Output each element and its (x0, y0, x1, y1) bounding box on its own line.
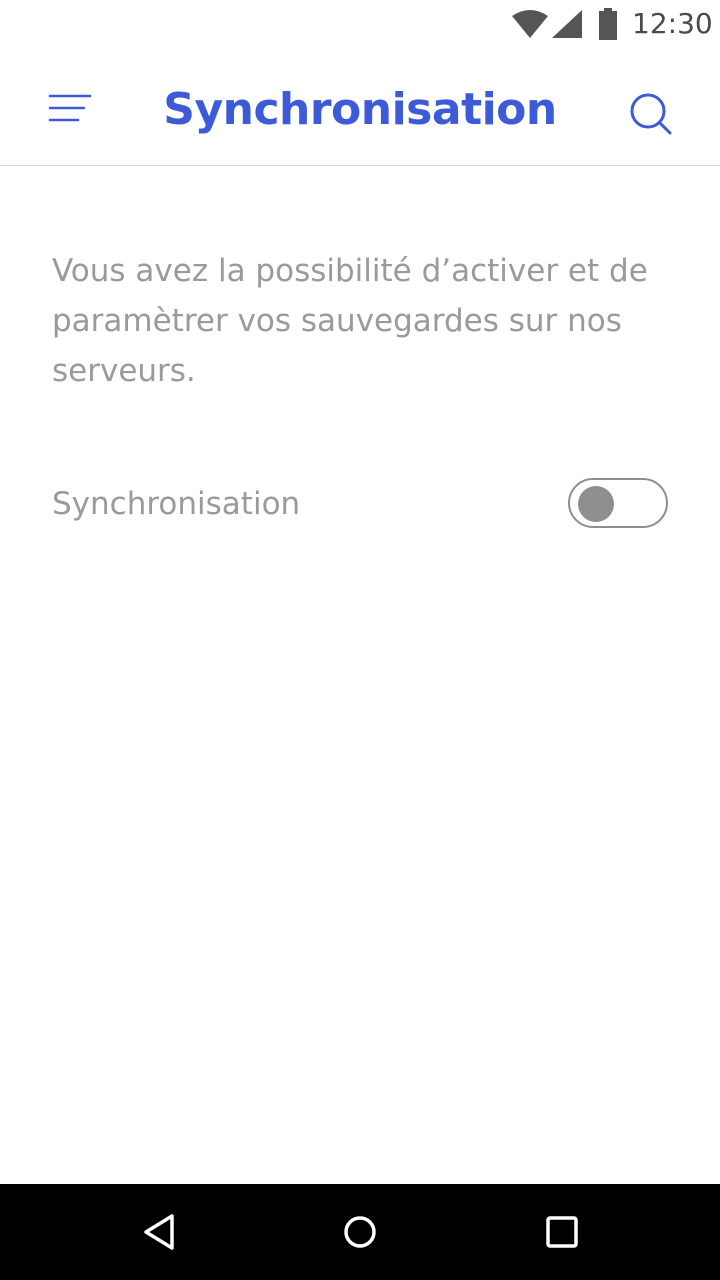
page-title: Synchronisation (163, 84, 557, 135)
wifi-icon (512, 10, 548, 38)
cellular-signal-icon (552, 10, 582, 38)
sync-setting-label: Synchronisation (52, 486, 301, 522)
home-icon[interactable] (338, 1210, 382, 1254)
description-text: Vous avez la possibilité d’activer et de… (52, 253, 648, 389)
navigation-bar (0, 1184, 720, 1280)
back-icon[interactable] (138, 1210, 182, 1254)
sync-toggle[interactable] (568, 478, 668, 528)
recent-apps-icon[interactable] (540, 1210, 584, 1254)
sync-setting-row: Synchronisation (0, 470, 720, 540)
battery-icon (599, 8, 617, 40)
screen: 12:30 Synchronisation Vous avez la possi… (0, 0, 720, 1280)
search-button[interactable] (620, 84, 680, 144)
status-bar: 12:30 (0, 0, 720, 48)
toggle-knob (578, 486, 614, 522)
status-time: 12:30 (632, 7, 713, 40)
search-icon (630, 93, 672, 135)
app-bar: Synchronisation (0, 48, 720, 166)
